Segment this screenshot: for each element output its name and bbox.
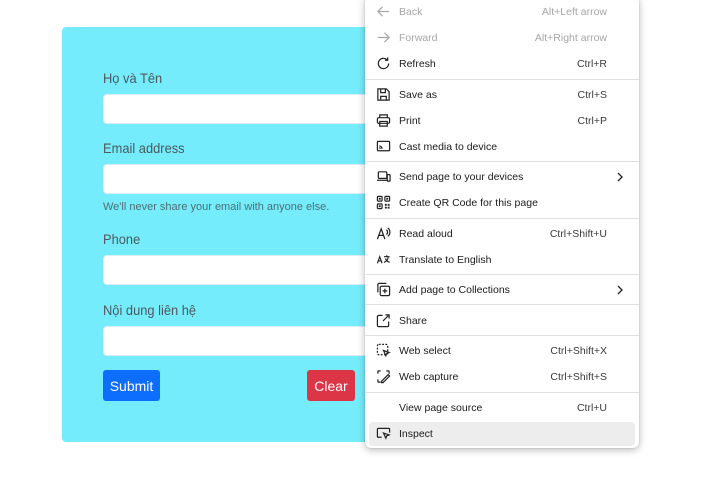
menu-label: Translate to English [399, 254, 492, 266]
menu-separator [365, 304, 639, 305]
menu-shortcut: Ctrl+R [576, 58, 607, 70]
read-aloud-icon [375, 225, 392, 242]
menu-label: Print [399, 115, 421, 127]
qr-code-icon [375, 194, 392, 211]
refresh-icon [375, 55, 392, 72]
forward-arrow-icon [375, 29, 392, 46]
web-capture-icon [375, 368, 392, 385]
menu-label: Share [399, 315, 428, 327]
menu-label: Back [399, 6, 423, 18]
menu-shortcut: Ctrl+Shift+X [550, 345, 607, 357]
send-devices-icon [375, 168, 392, 185]
back-arrow-icon [375, 3, 392, 20]
share-icon [375, 312, 392, 329]
menu-separator [365, 335, 639, 336]
menu-item-add-to-collections[interactable]: Add page to Collections [369, 278, 635, 302]
menu-shortcut: Ctrl+Shift+S [550, 371, 607, 383]
phone-input[interactable] [103, 255, 403, 285]
menu-label: Cast media to device [399, 141, 498, 153]
menu-item-translate[interactable]: Translate to English [369, 248, 635, 272]
menu-label: View page source [399, 402, 483, 414]
print-icon [375, 112, 392, 129]
menu-item-send-page[interactable]: Send page to your devices [369, 165, 635, 189]
content-input[interactable] [103, 326, 403, 356]
email-label: Email address [103, 140, 185, 156]
menu-label: Save as [399, 89, 437, 101]
context-menu: Back Alt+Left arrow Forward Alt+Right ar… [365, 0, 639, 448]
menu-item-cast[interactable]: Cast media to device [369, 135, 635, 159]
name-input[interactable] [103, 94, 403, 124]
menu-item-read-aloud[interactable]: Read aloud Ctrl+Shift+U [369, 222, 635, 246]
menu-label: Inspect [399, 428, 433, 440]
menu-item-share[interactable]: Share [369, 309, 635, 333]
menu-label: Create QR Code for this page [399, 197, 538, 209]
menu-shortcut: Ctrl+P [577, 115, 607, 127]
collections-icon [375, 281, 392, 298]
cast-icon [375, 138, 392, 155]
menu-shortcut: Ctrl+S [577, 89, 607, 101]
chevron-right-icon [617, 285, 623, 295]
email-help-text: We'll never share your email with anyone… [103, 201, 330, 213]
menu-label: Web capture [399, 371, 459, 383]
chevron-right-icon [617, 172, 623, 182]
submit-button[interactable]: Submit [103, 370, 160, 401]
menu-separator [365, 161, 639, 162]
menu-label: Send page to your devices [399, 171, 524, 183]
menu-separator [365, 274, 639, 275]
web-select-icon [375, 342, 392, 359]
menu-shortcut: Alt+Right arrow [534, 32, 607, 44]
menu-item-qr-code[interactable]: Create QR Code for this page [369, 191, 635, 215]
menu-shortcut: Ctrl+U [576, 402, 607, 414]
phone-label: Phone [103, 231, 141, 247]
save-icon [375, 86, 392, 103]
email-input[interactable] [103, 164, 403, 194]
name-label: Họ và Tên [103, 70, 163, 86]
menu-shortcut: Ctrl+Shift+U [549, 228, 607, 240]
menu-label: Refresh [399, 58, 436, 70]
menu-separator [365, 79, 639, 80]
contact-form: Họ và Tên Email address We'll never shar… [62, 27, 403, 442]
content-label: Nội dung liên hệ [103, 302, 197, 318]
menu-separator [365, 218, 639, 219]
menu-label: Web select [399, 345, 451, 357]
menu-item-inspect[interactable]: Inspect [369, 422, 635, 446]
menu-item-refresh[interactable]: Refresh Ctrl+R [369, 52, 635, 76]
menu-item-forward[interactable]: Forward Alt+Right arrow [369, 26, 635, 50]
translate-icon [375, 251, 392, 268]
menu-item-print[interactable]: Print Ctrl+P [369, 109, 635, 133]
inspect-icon [375, 425, 392, 442]
menu-shortcut: Alt+Left arrow [541, 6, 607, 18]
menu-item-web-select[interactable]: Web select Ctrl+Shift+X [369, 339, 635, 363]
menu-label: Read aloud [399, 228, 453, 240]
menu-label: Forward [399, 32, 438, 44]
menu-separator [365, 392, 639, 393]
menu-item-web-capture[interactable]: Web capture Ctrl+Shift+S [369, 365, 635, 389]
menu-label: Add page to Collections [399, 284, 510, 296]
menu-item-view-source[interactable]: View page source Ctrl+U [369, 396, 635, 420]
menu-item-save-as[interactable]: Save as Ctrl+S [369, 83, 635, 107]
menu-item-back[interactable]: Back Alt+Left arrow [369, 0, 635, 24]
clear-button[interactable]: Clear [307, 370, 355, 401]
